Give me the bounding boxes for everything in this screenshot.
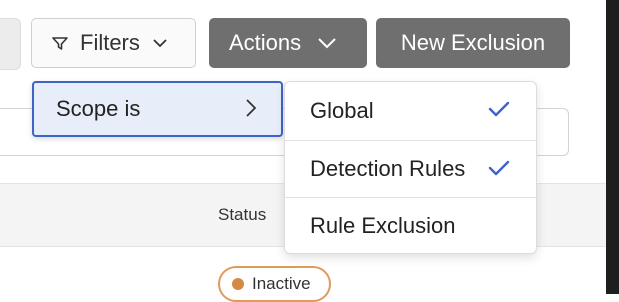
filter-menu-item-label: Scope is: [56, 96, 141, 121]
scrollbar[interactable]: [606, 0, 619, 294]
status-badge-label: Inactive: [252, 274, 311, 293]
submenu-item-global[interactable]: Global: [285, 82, 536, 139]
toolbar-left-button-edge[interactable]: [0, 18, 21, 70]
scope-submenu: Global Detection Rules Rule Exclusion: [284, 81, 537, 254]
submenu-item-rule-exclusion[interactable]: Rule Exclusion: [285, 197, 536, 254]
submenu-item-detection-rules[interactable]: Detection Rules: [285, 140, 536, 197]
column-header-status[interactable]: Status: [218, 205, 266, 225]
filter-menu-item-scope[interactable]: Scope is: [32, 81, 283, 137]
filters-button[interactable]: Filters: [31, 18, 196, 68]
funnel-icon: [52, 36, 68, 50]
actions-button[interactable]: Actions: [209, 18, 367, 68]
check-icon: [488, 100, 510, 118]
check-icon: [488, 159, 510, 177]
status-badge: Inactive: [218, 266, 331, 302]
chevron-down-icon: [152, 38, 168, 48]
submenu-item-label: Detection Rules: [310, 156, 466, 181]
chevron-down-icon: [317, 37, 337, 49]
status-dot-icon: [232, 278, 244, 290]
submenu-item-label: Rule Exclusion: [310, 213, 456, 238]
chevron-right-icon: [245, 97, 257, 119]
actions-button-label: Actions: [229, 30, 302, 55]
new-exclusion-button[interactable]: New Exclusion: [376, 18, 570, 68]
filters-button-label: Filters: [80, 30, 140, 55]
submenu-item-label: Global: [310, 97, 374, 123]
new-exclusion-label: New Exclusion: [400, 30, 546, 55]
